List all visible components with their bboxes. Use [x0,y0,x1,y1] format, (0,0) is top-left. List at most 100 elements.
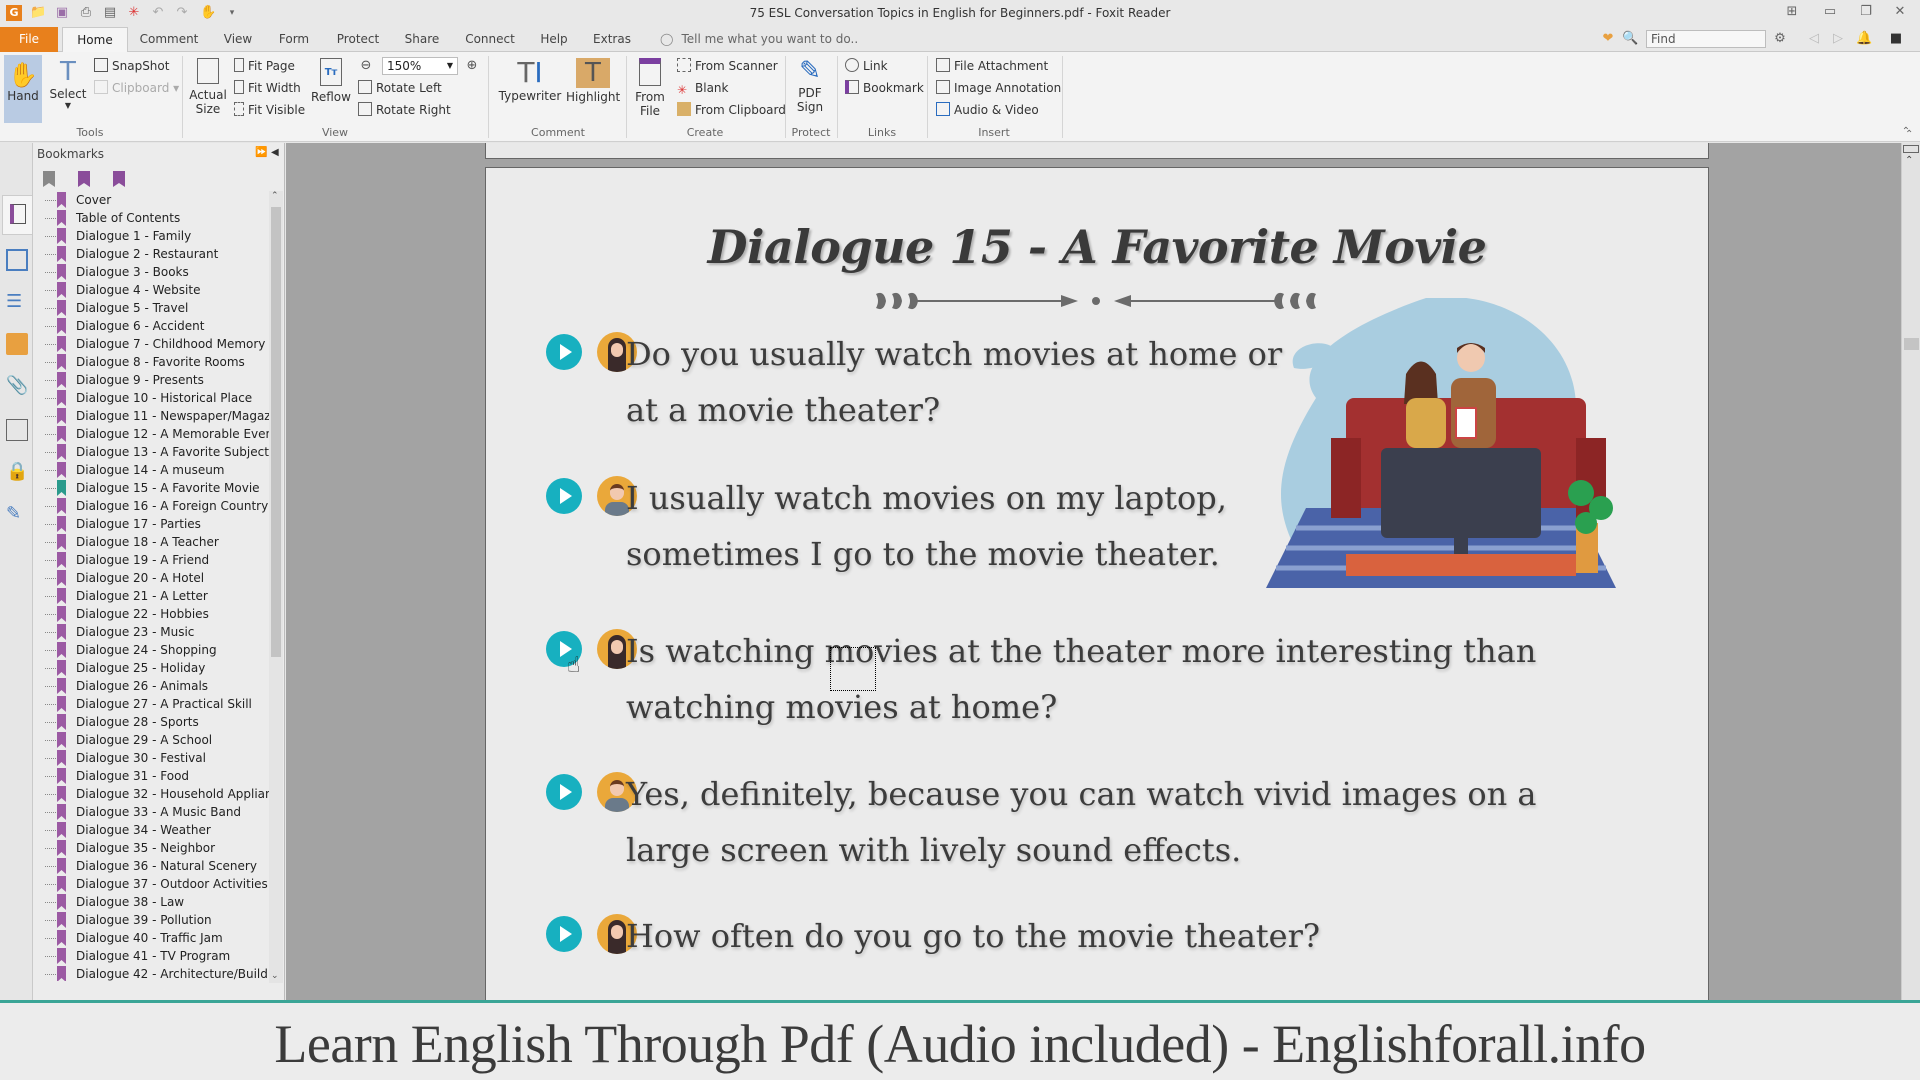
fit-page-button[interactable]: Fit Page [234,57,295,75]
audio-play-button[interactable] [546,334,582,370]
bookmark-item[interactable]: Dialogue 2 - Restaurant [33,245,269,263]
bookmark-item[interactable]: Dialogue 34 - Weather [33,821,269,839]
bookmark-item[interactable]: Dialogue 13 - A Favorite Subject [33,443,269,461]
scroll-up-icon[interactable]: ⌃ [271,191,279,201]
comments-panel-icon[interactable] [6,333,28,355]
collapse-panel-icon[interactable]: ◀ [271,147,279,158]
search-folder-icon[interactable]: 🔍 [1622,31,1638,47]
bookmark-item[interactable]: Dialogue 35 - Neighbor [33,839,269,857]
bookmark-item[interactable]: Dialogue 15 - A Favorite Movie [33,479,269,497]
lock-icon[interactable]: 🔒 [6,461,28,483]
bookmark-item[interactable]: Dialogue 30 - Festival [33,749,269,767]
add-bookmark-icon[interactable] [78,171,90,187]
bookmark-item[interactable]: Dialogue 33 - A Music Band [33,803,269,821]
go-to-bookmark-icon[interactable] [113,171,125,187]
bookmark-item[interactable]: Dialogue 3 - Books [33,263,269,281]
scroll-up-icon[interactable]: ⌃ [1905,129,1913,140]
audio-play-button[interactable] [546,478,582,514]
bookmark-item[interactable]: Dialogue 4 - Website [33,281,269,299]
bookmark-item[interactable]: Cover [33,191,269,209]
restore-button[interactable]: ❐ [1856,4,1876,19]
document-scroll-thumb[interactable] [1904,338,1919,350]
bookmark-item[interactable]: Dialogue 5 - Travel [33,299,269,317]
notification-icon[interactable]: 🔔 [1856,31,1872,47]
previous-icon[interactable]: ◁ [1806,31,1822,47]
typewriter-button[interactable]: TI Typewriter [498,56,562,120]
rotate-left-button[interactable]: Rotate Left [358,79,442,97]
bookmark-item[interactable]: Dialogue 37 - Outdoor Activities [33,875,269,893]
reflow-button[interactable]: Tт Reflow [310,56,352,116]
tab-share[interactable]: Share [402,27,442,52]
scroll-down-icon[interactable]: ⌄ [271,971,279,981]
snapshot-button[interactable]: SnapShot [94,57,169,75]
favorite-icon[interactable]: ❤ [1600,31,1616,47]
bookmark-item[interactable]: Dialogue 38 - Law [33,893,269,911]
from-clipboard-button[interactable]: From Clipboard [677,101,786,119]
next-icon[interactable]: ▷ [1830,31,1846,47]
settings-icon[interactable]: ⚙ [1772,31,1788,47]
minimize-button[interactable]: ▭ [1820,4,1840,19]
tab-connect[interactable]: Connect [462,27,518,52]
certificate-icon[interactable]: ✎ [6,503,28,525]
file-attachment-button[interactable]: File Attachment [936,57,1048,75]
zoom-level-select[interactable]: 150% ▼ [382,57,458,75]
scroll-up-arrow[interactable]: ⌃ [1905,155,1913,166]
bookmark-item[interactable]: Dialogue 18 - A Teacher [33,533,269,551]
clipboard-button[interactable]: Clipboard ▾ [94,79,179,97]
bookmark-button[interactable]: Bookmark [845,79,924,97]
fit-visible-button[interactable]: Fit Visible [234,101,305,119]
bookmark-item[interactable]: Dialogue 22 - Hobbies [33,605,269,623]
bookmark-item[interactable]: Dialogue 24 - Shopping [33,641,269,659]
bookmark-item[interactable]: Dialogue 10 - Historical Place [33,389,269,407]
zoom-in-icon[interactable]: ⊕ [464,58,480,74]
audio-play-button[interactable] [546,774,582,810]
signature-panel-icon[interactable] [6,419,28,441]
bookmark-item[interactable]: Dialogue 36 - Natural Scenery [33,857,269,875]
actual-size-button[interactable]: Actual Size [188,56,228,126]
bookmark-item[interactable]: Dialogue 32 - Household Appliance [33,785,269,803]
bookmark-item[interactable]: Dialogue 20 - A Hotel [33,569,269,587]
from-file-button[interactable]: From File [630,56,670,126]
fit-width-button[interactable]: Fit Width [234,79,301,97]
bookmark-item[interactable]: Dialogue 1 - Family [33,227,269,245]
tab-extras[interactable]: Extras [590,27,634,52]
delete-bookmark-icon[interactable] [43,171,55,187]
tab-form[interactable]: Form [275,27,313,52]
bookmark-item[interactable]: Dialogue 28 - Sports [33,713,269,731]
tab-view[interactable]: View [218,27,258,52]
bookmarks-scrollbar[interactable]: ⌃ ⌄ [269,191,283,983]
audio-video-button[interactable]: Audio & Video [936,101,1039,119]
split-handle[interactable] [1903,145,1919,153]
image-annotation-button[interactable]: Image Annotation [936,79,1061,97]
tab-home[interactable]: Home [62,27,128,53]
tell-me-search[interactable]: ◯ Tell me what you want to do.. [660,27,858,52]
from-scanner-button[interactable]: From Scanner [677,57,778,75]
blank-button[interactable]: ✳ Blank [677,79,728,97]
bookmark-item[interactable]: Dialogue 21 - A Letter [33,587,269,605]
link-button[interactable]: Link [845,57,888,75]
document-view[interactable]: Dialogue 15 - A Favorite Movie Do you us… [286,143,1901,1000]
rotate-right-button[interactable]: Rotate Right [358,101,451,119]
bookmark-item[interactable]: Dialogue 41 - TV Program [33,947,269,965]
bookmark-item[interactable]: Dialogue 25 - Holiday [33,659,269,677]
tab-comment[interactable]: Comment [138,27,200,52]
pdf-sign-button[interactable]: ✎ PDF Sign [790,56,830,126]
bookmark-item[interactable]: Dialogue 8 - Favorite Rooms [33,353,269,371]
bookmark-item[interactable]: Dialogue 39 - Pollution [33,911,269,929]
bookmark-item[interactable]: Dialogue 26 - Animals [33,677,269,695]
bookmarks-scroll-thumb[interactable] [271,207,281,657]
highlight-button[interactable]: T Highlight [566,56,620,120]
bookmark-item[interactable]: Dialogue 6 - Accident [33,317,269,335]
bookmark-item[interactable]: Dialogue 42 - Architecture/Building [33,965,269,981]
bookmark-item[interactable]: Dialogue 31 - Food [33,767,269,785]
bookmark-item[interactable]: Dialogue 19 - A Friend [33,551,269,569]
bookmark-item[interactable]: Dialogue 16 - A Foreign Country [33,497,269,515]
pages-panel-icon[interactable] [6,249,28,271]
bookmark-item[interactable]: Dialogue 40 - Traffic Jam [33,929,269,947]
bookmark-item[interactable]: Dialogue 9 - Presents [33,371,269,389]
bookmarks-panel-tab[interactable] [2,195,32,235]
user-icon[interactable]: ■ [1888,31,1904,47]
find-input[interactable]: Find [1646,30,1766,48]
document-scrollbar[interactable]: ⌃ ⌃ [1901,129,1920,1000]
tab-protect[interactable]: Protect [333,27,383,52]
